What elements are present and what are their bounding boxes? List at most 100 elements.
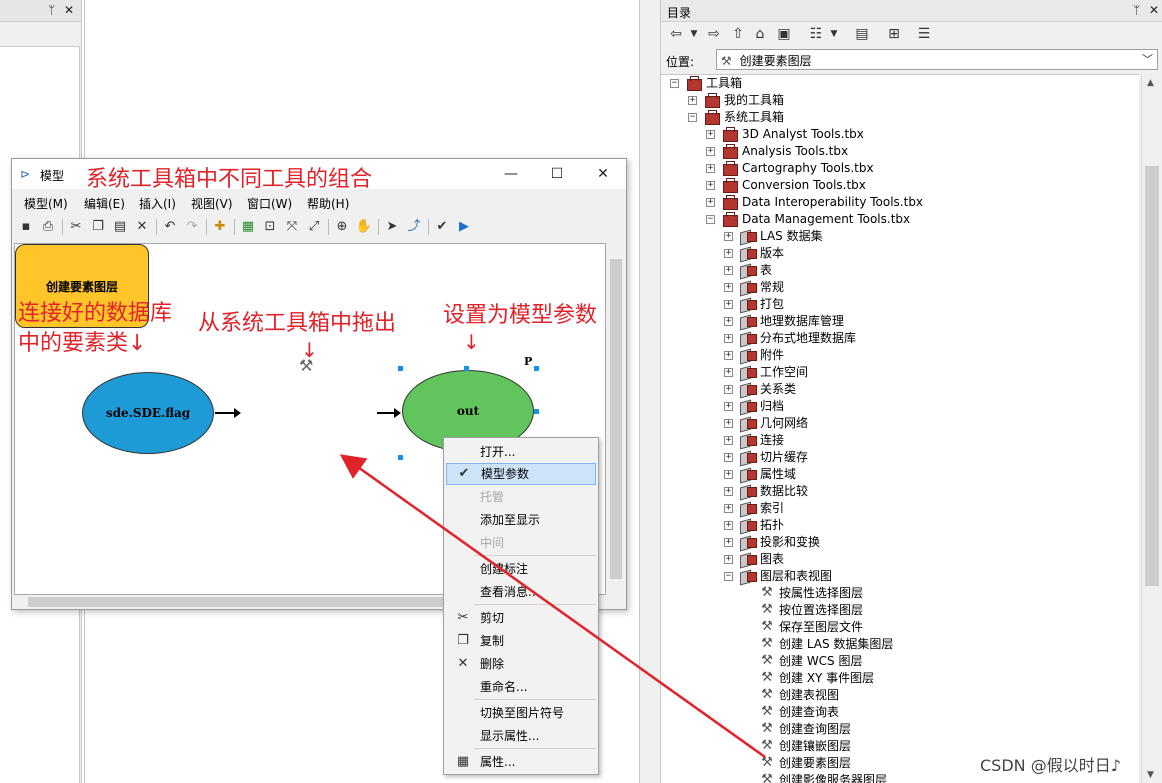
tree-node[interactable]: + 工作空间 — [661, 364, 1139, 381]
selection-handle[interactable] — [464, 366, 469, 371]
scroll-down-icon[interactable]: ▼ — [1147, 770, 1154, 780]
model-vertical-scrollbar[interactable] — [608, 243, 624, 595]
collapse-icon[interactable]: − — [706, 215, 715, 224]
chevron-down-icon[interactable]: ﹀ — [1142, 51, 1153, 67]
context-menu-item[interactable]: 显示属性... — [446, 725, 596, 747]
expand-icon[interactable]: + — [724, 538, 733, 547]
copy-icon[interactable]: ❐ — [88, 217, 108, 237]
tree-node[interactable]: + Cartography Tools.tbx — [661, 160, 1139, 177]
tree-node[interactable]: +3D Analyst Tools.tbx — [661, 126, 1139, 143]
close-icon[interactable]: ✕ — [1149, 3, 1162, 17]
zoom-icon[interactable]: ⊕ — [332, 217, 352, 237]
tree-node[interactable]: + 几何网络 — [661, 415, 1139, 432]
tree-node[interactable]: + 分布式地理数据库 — [661, 330, 1139, 347]
tree-node[interactable]: ⚒ 按位置选择图层 — [661, 602, 1139, 619]
context-menu-item[interactable]: 添加至显示 — [446, 509, 596, 531]
tree-node[interactable]: + 归档 — [661, 398, 1139, 415]
print-icon[interactable]: ⎙ — [38, 217, 58, 237]
tree-node[interactable]: + 图表 — [661, 551, 1139, 568]
pin-icon[interactable]: ᛘ — [48, 3, 59, 17]
tree-view-icon[interactable]: ⊞ — [885, 24, 903, 44]
expand-icon[interactable]: + — [724, 419, 733, 428]
menu-view[interactable]: 视图(V) — [191, 195, 233, 212]
tree-node[interactable]: + Data Interoperability Tools.tbx — [661, 194, 1139, 211]
menu-help[interactable]: 帮助(H) — [307, 195, 349, 212]
add-data-icon[interactable]: ✚ — [210, 217, 230, 237]
context-menu-item[interactable]: ▦ 属性... — [446, 751, 596, 773]
expand-icon[interactable]: + — [724, 334, 733, 343]
tree-node[interactable]: − Data Management Tools.tbx — [661, 211, 1139, 228]
forward-icon[interactable]: ⇨ — [705, 24, 723, 44]
expand-icon[interactable]: + — [724, 402, 733, 411]
expand-icon[interactable]: + — [724, 249, 733, 258]
expand-icon[interactable]: + — [724, 300, 733, 309]
selection-handle[interactable] — [534, 366, 539, 371]
fixed-zoom-in-icon[interactable]: ⤧ — [282, 217, 302, 237]
expand-icon[interactable]: + — [724, 521, 733, 530]
tree-node[interactable]: − 系统工具箱 — [661, 109, 1139, 126]
cut-icon[interactable]: ✂ — [66, 217, 86, 237]
tree-node[interactable]: − 图层和表视图 — [661, 568, 1139, 585]
tree-node[interactable]: ⚒ 创建表视图 — [661, 687, 1139, 704]
context-menu-item[interactable]: 重命名... — [446, 676, 596, 698]
minimize-icon[interactable]: — — [498, 164, 524, 184]
auto-layout-icon[interactable]: ▦ — [238, 217, 258, 237]
catalog-scrollbar[interactable]: ▲ ▼ — [1141, 74, 1161, 783]
scrollbar-thumb[interactable] — [1145, 166, 1159, 586]
tree-node[interactable]: + 拓扑 — [661, 517, 1139, 534]
tree-node[interactable]: ⚒ 创建 XY 事件图层 — [661, 670, 1139, 687]
expand-icon[interactable]: + — [688, 96, 697, 105]
home-icon[interactable]: ⌂ — [751, 24, 769, 44]
tree-node[interactable]: ⚒ 按属性选择图层 — [661, 585, 1139, 602]
expand-icon[interactable]: + — [724, 555, 733, 564]
expand-icon[interactable]: + — [724, 436, 733, 445]
maximize-icon[interactable]: ☐ — [544, 164, 570, 184]
close-icon[interactable]: ✕ — [64, 3, 78, 17]
tree-node[interactable]: + 我的工具箱 — [661, 92, 1139, 109]
tree-node[interactable]: + 打包 — [661, 296, 1139, 313]
paste-icon[interactable]: ▤ — [110, 217, 130, 237]
tree-node[interactable]: + 附件 — [661, 347, 1139, 364]
view-grid-icon[interactable]: ☷ — [807, 24, 825, 44]
selection-handle[interactable] — [398, 366, 403, 371]
select-pointer-icon[interactable]: ➤ — [382, 217, 402, 237]
options-icon[interactable]: ☰ — [915, 24, 933, 44]
tree-node[interactable]: + 表 — [661, 262, 1139, 279]
collapse-icon[interactable]: − — [688, 113, 697, 122]
full-extent-icon[interactable]: ⊡ — [260, 217, 280, 237]
tree-node[interactable]: + 连接 — [661, 432, 1139, 449]
menu-edit[interactable]: 编辑(E) — [84, 195, 125, 212]
expand-icon[interactable]: + — [706, 181, 715, 190]
expand-icon[interactable]: + — [724, 504, 733, 513]
delete-icon[interactable]: ✕ — [132, 217, 152, 237]
tree-node[interactable]: ⚒ 创建查询表 — [661, 704, 1139, 721]
context-menu-item[interactable]: 切换至图片符号 — [446, 702, 596, 724]
tree-node[interactable]: + Analysis Tools.tbx — [661, 143, 1139, 160]
scroll-up-icon[interactable]: ▲ — [1147, 78, 1154, 88]
redo-icon[interactable]: ↷ — [182, 217, 202, 237]
expand-icon[interactable]: + — [724, 266, 733, 275]
tree-node[interactable]: + 索引 — [661, 500, 1139, 517]
tree-node[interactable]: ⚒ 创建 WCS 图层 — [661, 653, 1139, 670]
view-dropdown-icon[interactable]: ▼ — [825, 24, 843, 44]
tree-node[interactable]: + 版本 — [661, 245, 1139, 262]
tree-node[interactable]: + 常规 — [661, 279, 1139, 296]
context-menu-item[interactable]: ✂ 剪切 — [446, 607, 596, 629]
add-connection-icon[interactable]: ⤴ — [404, 217, 424, 237]
expand-icon[interactable]: + — [706, 164, 715, 173]
collapse-icon[interactable]: − — [724, 572, 733, 581]
menu-model[interactable]: 模型(M) — [24, 195, 68, 212]
expand-icon[interactable]: + — [724, 368, 733, 377]
menu-insert[interactable]: 插入(I) — [139, 195, 176, 212]
selection-handle[interactable] — [534, 409, 539, 414]
undo-icon[interactable]: ↶ — [160, 217, 180, 237]
tree-node[interactable]: + LAS 数据集 — [661, 228, 1139, 245]
close-icon[interactable]: ✕ — [590, 164, 616, 184]
back-dropdown-icon[interactable]: ▼ — [685, 24, 703, 44]
toolboxes-icon[interactable]: ▣ — [775, 24, 793, 44]
expand-icon[interactable]: + — [706, 147, 715, 156]
model-window-titlebar[interactable]: ⊳ 模型 系统工具箱中不同工具的组合 — ☐ ✕ — [12, 159, 626, 192]
expand-icon[interactable]: + — [724, 232, 733, 241]
scrollbar-thumb[interactable] — [610, 259, 622, 579]
tree-node[interactable]: ⚒ 保存至图层文件 — [661, 619, 1139, 636]
